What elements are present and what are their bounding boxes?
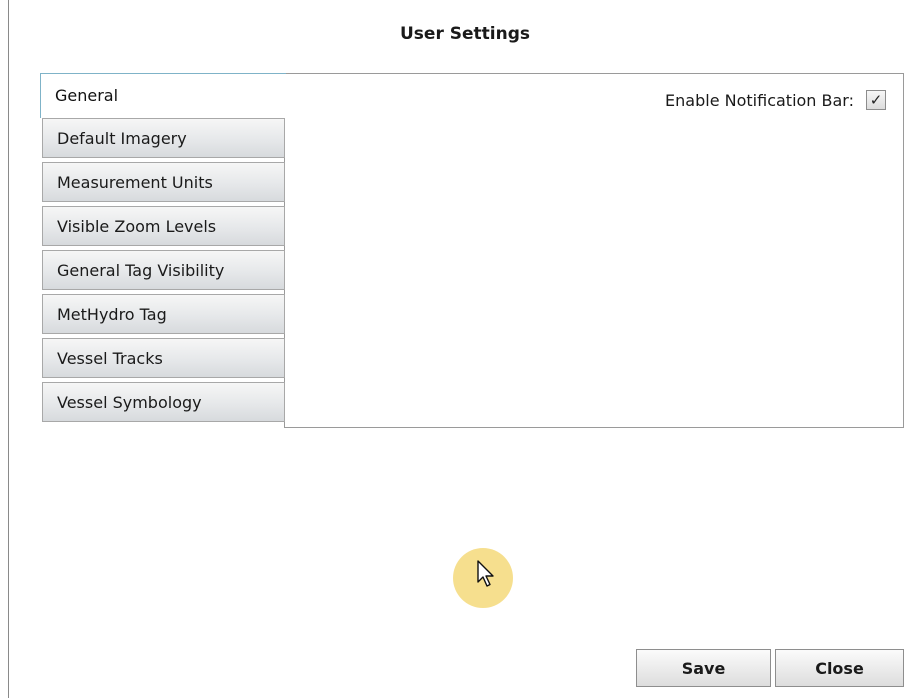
tab-general-tag-visibility[interactable]: General Tag Visibility (42, 250, 285, 290)
dialog-title: User Settings (400, 24, 530, 44)
mouse-pointer-icon (477, 560, 494, 587)
settings-content-panel: Enable Notification Bar: ✓ (285, 73, 904, 428)
tab-general[interactable]: General (40, 73, 286, 118)
checkmark-icon: ✓ (869, 90, 883, 109)
save-button[interactable]: Save (636, 649, 771, 687)
tab-vessel-tracks[interactable]: Vessel Tracks (42, 338, 285, 378)
dialog-left-border (8, 0, 9, 698)
notification-bar-label: Enable Notification Bar: (665, 90, 854, 110)
tab-measurement-units[interactable]: Measurement Units (42, 162, 285, 202)
tab-methydro-tag[interactable]: MetHydro Tag (42, 294, 285, 334)
user-settings-dialog: User Settings Enable Notification Bar: ✓… (0, 0, 915, 698)
close-button[interactable]: Close (775, 649, 904, 687)
tab-visible-zoom-levels[interactable]: Visible Zoom Levels (42, 206, 285, 246)
notification-setting-row: Enable Notification Bar: ✓ (665, 90, 886, 110)
tab-vessel-symbology[interactable]: Vessel Symbology (42, 382, 285, 422)
tab-default-imagery[interactable]: Default Imagery (42, 118, 285, 158)
notification-bar-checkbox[interactable]: ✓ (866, 90, 886, 110)
